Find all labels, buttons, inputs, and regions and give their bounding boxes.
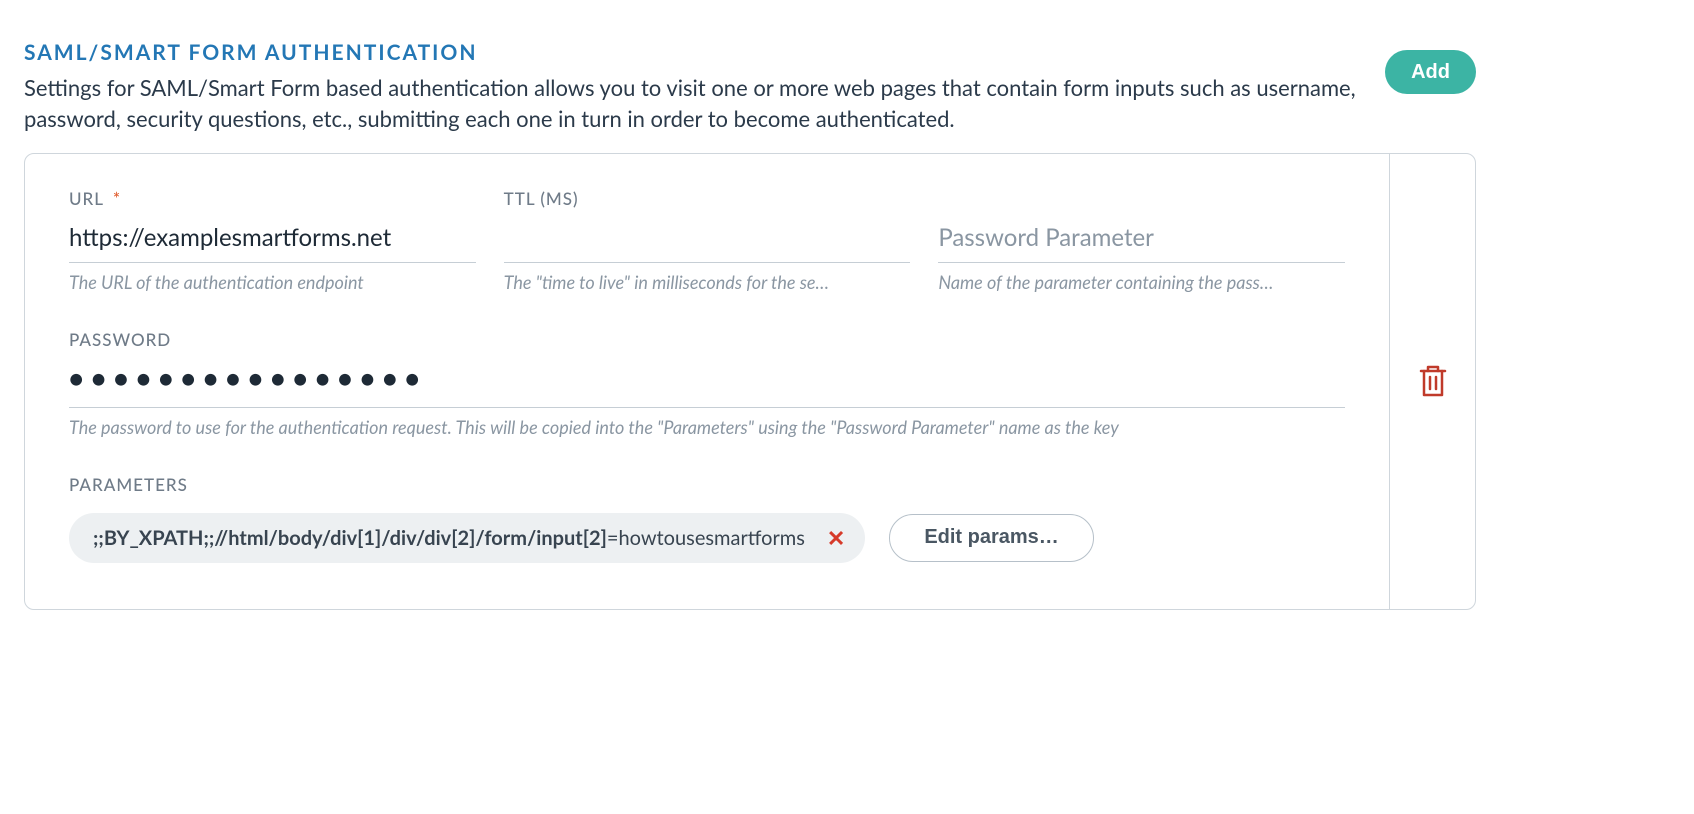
remove-parameter-icon[interactable]: ✕ (827, 527, 845, 549)
password-field-group: PASSWORD ●●●●●●●●●●●●●●●● The password t… (69, 329, 1345, 438)
ttl-field-group: TTL (MS) The "time to live" in milliseco… (504, 188, 911, 293)
url-label: URL * (69, 188, 476, 209)
ttl-hint: The "time to live" in milliseconds for t… (504, 271, 911, 293)
url-input[interactable] (69, 217, 476, 263)
parameter-chip-key: ;;BY_XPATH;;//html/body/div[1]/div/div[2… (93, 526, 607, 550)
parameter-chip-value: howtousesmartforms (619, 526, 805, 550)
url-label-text: URL (69, 188, 104, 209)
url-hint: The URL of the authentication endpoint (69, 271, 476, 293)
section-title: SAML/SMART FORM AUTHENTICATION (24, 40, 1365, 65)
parameter-chip: ;;BY_XPATH;;//html/body/div[1]/div/div[2… (69, 513, 865, 563)
ttl-label: TTL (MS) (504, 188, 911, 209)
ttl-input[interactable] (504, 217, 911, 263)
password-param-field-group: Name of the parameter containing the pas… (938, 188, 1345, 293)
parameter-chip-text: ;;BY_XPATH;;//html/body/div[1]/div/div[2… (93, 526, 805, 550)
section-description: Settings for SAML/Smart Form based authe… (24, 73, 1365, 135)
parameter-chip-sep: = (607, 526, 619, 550)
password-hint: The password to use for the authenticati… (69, 416, 1345, 438)
add-button[interactable]: Add (1385, 50, 1476, 94)
url-field-group: URL * The URL of the authentication endp… (69, 188, 476, 293)
required-mark: * (113, 188, 121, 209)
parameters-field-group: PARAMETERS ;;BY_XPATH;;//html/body/div[1… (69, 474, 1345, 563)
password-label: PASSWORD (69, 329, 1345, 350)
edit-params-button[interactable]: Edit params… (889, 514, 1093, 562)
password-param-spacer (938, 188, 1345, 209)
trash-icon[interactable] (1417, 363, 1449, 399)
password-param-input[interactable] (938, 217, 1345, 263)
password-input[interactable]: ●●●●●●●●●●●●●●●● (69, 358, 1345, 408)
auth-card: URL * The URL of the authentication endp… (24, 153, 1476, 610)
parameters-label: PARAMETERS (69, 474, 1345, 495)
password-param-hint: Name of the parameter containing the pas… (938, 271, 1345, 293)
